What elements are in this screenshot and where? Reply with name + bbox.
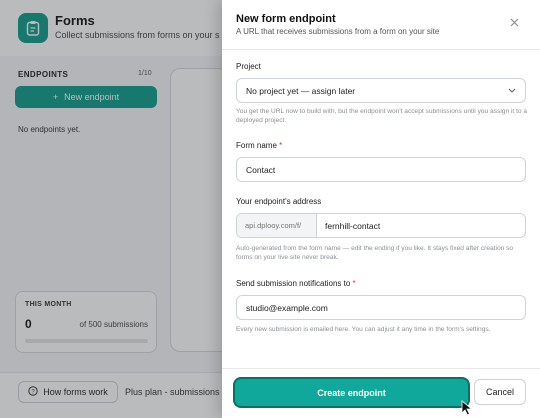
endpoint-address-field[interactable]: api.dplooy.com/f/ fernhill-contact xyxy=(236,213,526,238)
new-endpoint-drawer: New form endpoint A URL that receives su… xyxy=(222,0,540,418)
form-name-input[interactable]: Contact xyxy=(236,157,526,182)
required-mark: * xyxy=(279,141,283,150)
project-label: Project xyxy=(236,62,261,71)
cancel-button[interactable]: Cancel xyxy=(474,379,526,405)
create-endpoint-button[interactable]: Create endpoint xyxy=(235,379,468,406)
drawer-title: New form endpoint xyxy=(236,13,336,25)
endpoint-address-label: Your endpoint's address xyxy=(236,197,322,206)
close-button[interactable] xyxy=(506,14,522,30)
close-icon xyxy=(510,18,518,26)
header-divider xyxy=(222,49,540,50)
form-name-label: Form name * xyxy=(236,141,283,150)
project-help-text: You get the URL now to build with, but t… xyxy=(236,108,528,124)
endpoint-address-help-text: Auto-generated from the form name — edit… xyxy=(236,245,514,261)
endpoint-slug-input[interactable]: fernhill-contact xyxy=(317,221,525,231)
mouse-cursor-icon xyxy=(461,400,473,416)
notify-email-help-text: Every new submission is emailed here. Yo… xyxy=(236,326,491,333)
notify-email-value: studio@example.com xyxy=(246,302,328,313)
drawer-subtitle: A URL that receives submissions from a f… xyxy=(236,27,440,36)
endpoint-address-prefix: api.dplooy.com/f/ xyxy=(237,214,317,237)
notify-email-input[interactable]: studio@example.com xyxy=(236,295,526,320)
footer-divider xyxy=(222,368,540,369)
project-select[interactable]: No project yet — assign later xyxy=(236,78,526,103)
chevron-down-icon xyxy=(508,88,516,93)
notify-email-label: Send submission notifications to * xyxy=(236,279,356,288)
project-select-value: No project yet — assign later xyxy=(246,85,356,96)
required-mark: * xyxy=(352,279,356,288)
form-name-value: Contact xyxy=(246,164,276,175)
